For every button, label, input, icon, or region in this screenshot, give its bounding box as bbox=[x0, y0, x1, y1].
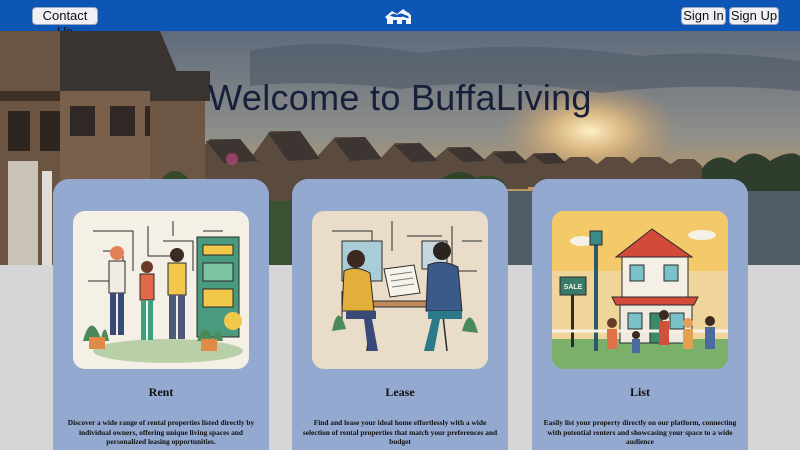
lease-card-description: Find and lease your ideal home effortles… bbox=[302, 418, 498, 446]
list-card-heading: List bbox=[629, 385, 650, 399]
lease-card-heading: Lease bbox=[385, 385, 415, 399]
top-nav-bar: Contact Us Sign In Sign Up bbox=[0, 0, 800, 39]
list-card[interactable]: SALE List Easily list your property dire… bbox=[532, 179, 748, 450]
people-touring-home-illustration bbox=[73, 211, 249, 369]
rent-card-heading: Rent bbox=[148, 385, 174, 399]
lease-signing-meeting-illustration bbox=[312, 211, 488, 369]
hero-title: Welcome to BuffaLiving bbox=[208, 77, 592, 118]
house-for-sale-illustration: SALE bbox=[552, 211, 728, 369]
rent-card-description: Discover a wide range of rental properti… bbox=[67, 418, 255, 446]
sign-up-button[interactable]: Sign Up bbox=[729, 7, 779, 25]
sale-sign-text: SALE bbox=[564, 284, 583, 291]
buffalo-house-logo-icon[interactable] bbox=[382, 6, 414, 26]
rent-card[interactable]: Rent Discover a wide range of rental pro… bbox=[53, 179, 269, 450]
sign-in-button[interactable]: Sign In bbox=[681, 7, 726, 25]
lease-card[interactable]: Lease Find and lease your ideal home eff… bbox=[292, 179, 508, 450]
list-card-description: Easily list your property directly on ou… bbox=[543, 418, 737, 446]
page: Contact Us Sign In Sign Up bbox=[0, 0, 800, 450]
contact-us-button[interactable]: Contact Us bbox=[32, 7, 98, 39]
